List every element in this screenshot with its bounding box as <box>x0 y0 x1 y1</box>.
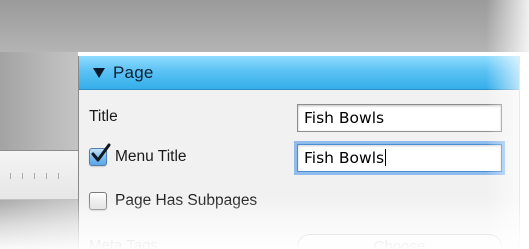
choose-button[interactable]: Choose <box>297 234 502 249</box>
title-label: Title <box>89 108 118 125</box>
subpages-checkbox[interactable] <box>89 192 107 210</box>
title-field[interactable] <box>297 104 502 132</box>
menu-title-checkbox[interactable] <box>89 143 111 166</box>
left-ruler-strip <box>0 150 78 200</box>
subpages-label: Page Has Subpages <box>115 192 258 209</box>
inspector-window: Page Title Menu Title Fish Bowls Page Ha… <box>0 0 529 249</box>
panel-header[interactable]: Page <box>79 56 519 90</box>
menu-title-label: Menu Title <box>115 148 187 165</box>
disclosure-triangle-down-icon[interactable] <box>93 67 105 78</box>
page-panel: Page Title Menu Title Fish Bowls Page Ha… <box>78 56 520 249</box>
meta-tags-label: Meta Tags <box>89 237 158 249</box>
menu-title-value: Fish Bowls <box>304 149 385 167</box>
text-caret <box>385 149 387 166</box>
window-toolbar <box>0 0 529 52</box>
menu-title-field[interactable]: Fish Bowls <box>297 144 502 172</box>
panel-title: Page <box>113 62 154 82</box>
ruler-ticks <box>10 173 70 179</box>
checkmark-icon <box>91 143 111 162</box>
